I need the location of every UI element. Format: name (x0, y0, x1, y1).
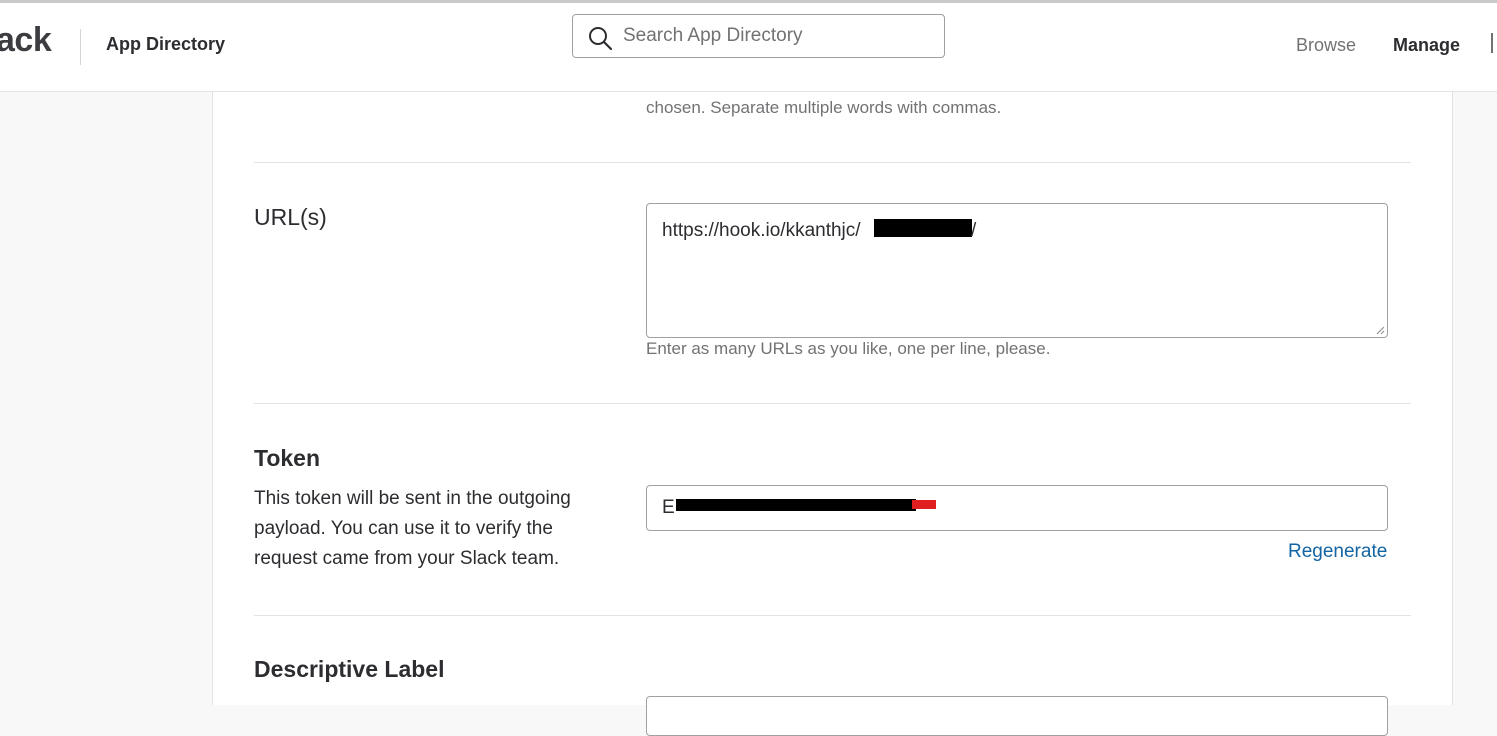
search-input[interactable] (623, 23, 923, 49)
nav-overflow-item[interactable] (1491, 33, 1493, 53)
regenerate-token-link[interactable]: Regenerate (1288, 541, 1387, 563)
integration-settings-card: chosen. Separate multiple words with com… (212, 92, 1453, 736)
descriptive-label-input[interactable] (646, 696, 1388, 736)
app-directory-title[interactable]: App Directory (106, 34, 225, 55)
section-divider (254, 403, 1411, 404)
redacted-token (676, 499, 916, 511)
redacted-token-mark (912, 500, 936, 509)
search-icon (589, 27, 613, 51)
urls-label: URL(s) (254, 204, 327, 230)
token-input[interactable]: E (646, 485, 1388, 531)
urls-value: https://hook.io/kkanthjc/ (662, 220, 861, 241)
nav-browse-link[interactable]: Browse (1296, 35, 1356, 56)
top-header: ack App Directory Browse Manage (0, 3, 1497, 92)
descriptive-label-title: Descriptive Label (254, 656, 445, 682)
header-divider (80, 29, 81, 65)
section-divider (254, 162, 1411, 163)
token-description: This token will be sent in the outgoing … (254, 488, 571, 569)
token-label: Token (254, 445, 321, 471)
resize-grip-icon[interactable] (1375, 325, 1385, 335)
search-box[interactable] (572, 14, 945, 58)
slack-logo[interactable]: ack (0, 21, 52, 60)
section-divider (254, 615, 1411, 616)
urls-value-suffix: / (971, 220, 977, 241)
nav-manage-link[interactable]: Manage (1393, 35, 1460, 56)
token-value: E (662, 497, 675, 518)
trigger-words-help-text: chosen. Separate multiple words with com… (646, 98, 1002, 117)
urls-help-text: Enter as many URLs as you like, one per … (646, 339, 1051, 358)
redacted-url-segment (874, 219, 972, 237)
urls-textarea[interactable]: https://hook.io/kkanthjc/ / (646, 203, 1388, 338)
